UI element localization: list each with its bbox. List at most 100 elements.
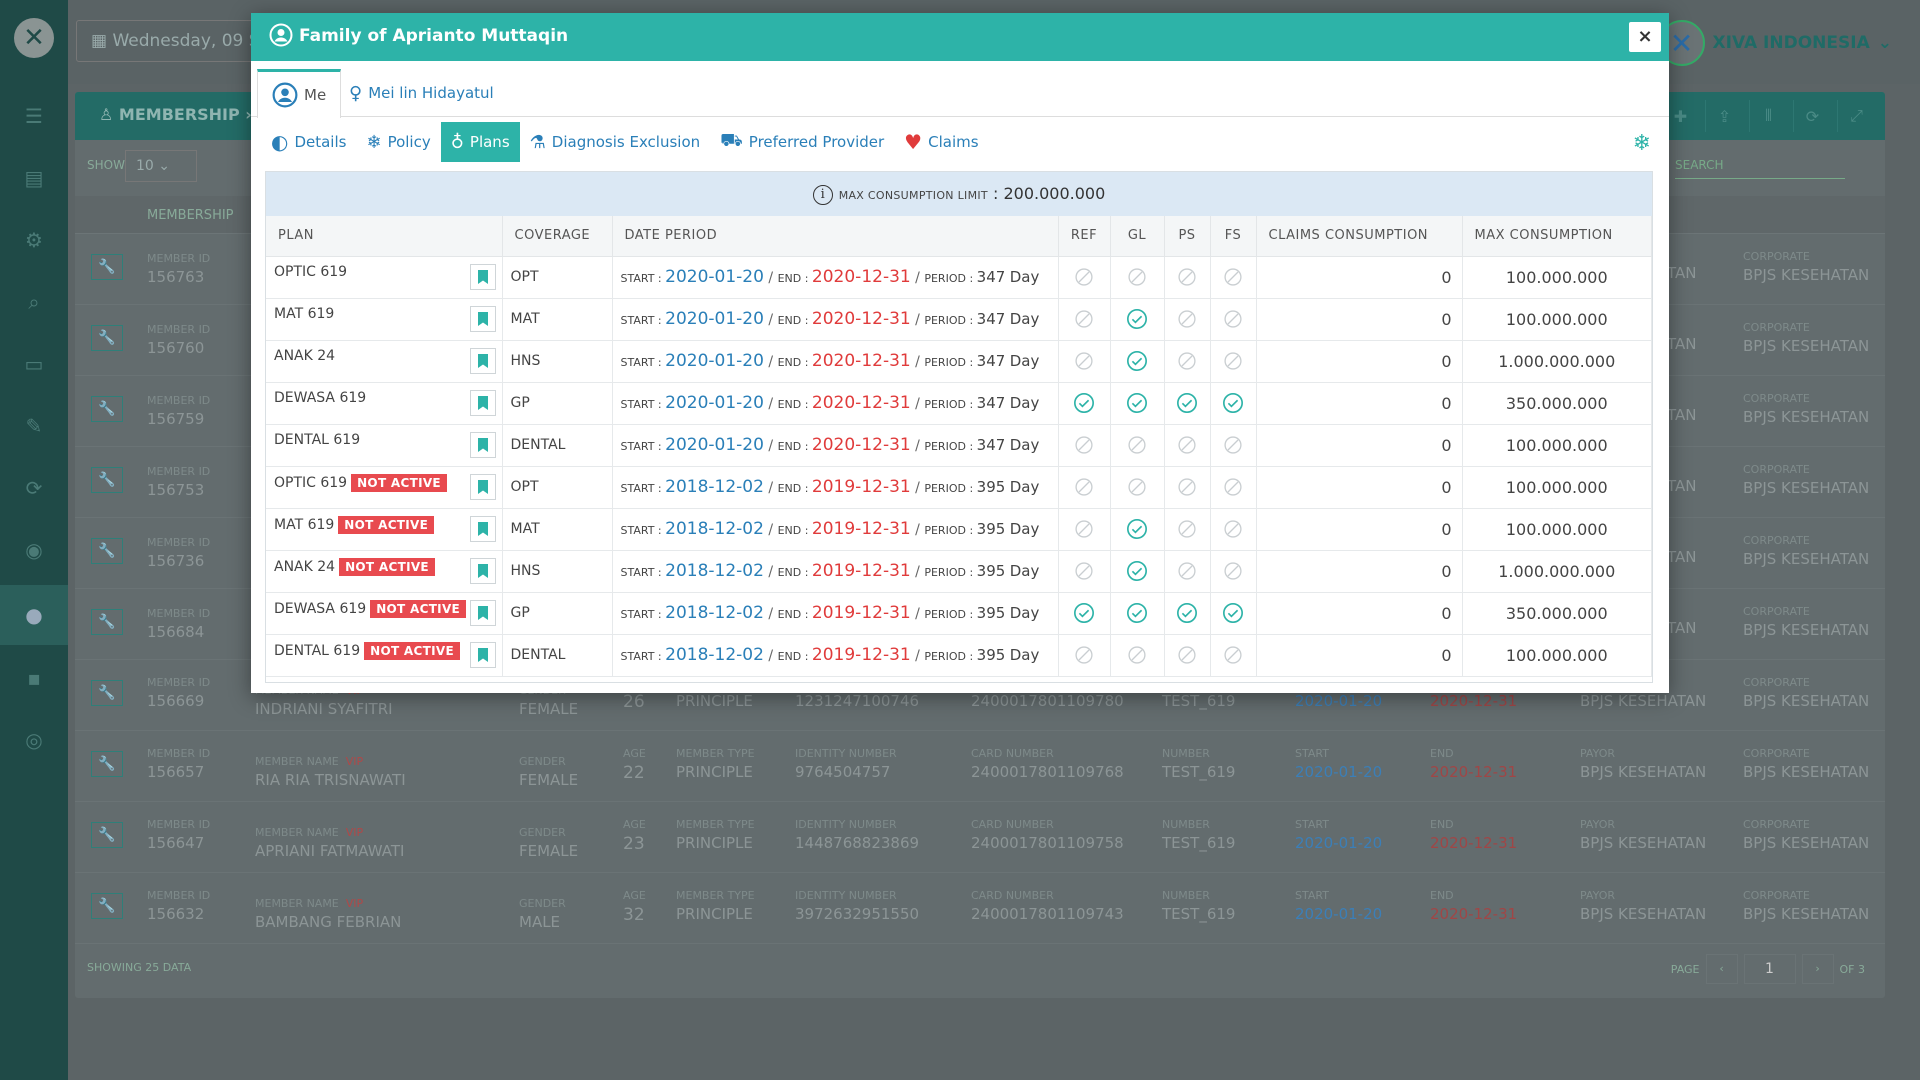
date-period-cell: START : 2020-01-20 / END : 2020-12-31 / … <box>612 340 1059 383</box>
status-badge: NOT ACTIVE <box>370 600 467 618</box>
wrench-icon[interactable]: 🔧 <box>91 609 123 635</box>
wrench-icon[interactable]: 🔧 <box>91 538 123 564</box>
status-badge: NOT ACTIVE <box>339 558 435 576</box>
app-logo-icon[interactable]: ✕ <box>14 18 54 58</box>
bookmark-icon[interactable] <box>469 474 496 500</box>
brand[interactable]: ✕ XIVA INDONESIA ⌄ <box>1658 20 1892 66</box>
close-button[interactable]: × <box>1629 22 1661 52</box>
date-period-cell: START : 2018-12-02 / END : 2019-12-31 / … <box>612 508 1059 551</box>
tab-policy[interactable]: ❄ Policy <box>356 122 440 162</box>
bookmark-icon[interactable] <box>469 432 496 458</box>
columns-icon[interactable]: ⫴ <box>1749 100 1787 132</box>
gl-disabled-icon <box>1127 646 1147 664</box>
plans-table: PLAN COVERAGE DATE PERIOD REF GL PS FS C… <box>266 216 1652 677</box>
bookmark-icon[interactable] <box>469 600 496 626</box>
bookmark-icon[interactable] <box>469 558 496 584</box>
next-page-button[interactable]: › <box>1801 954 1834 984</box>
tab-plans[interactable]: ♁ Plans <box>440 122 520 162</box>
wrench-icon[interactable]: 🔧 <box>91 467 123 493</box>
plan-cell: ANAK 24 NOT ACTIVE <box>266 550 503 593</box>
bookmark-icon[interactable] <box>469 390 496 416</box>
gl-cell <box>1110 298 1165 341</box>
date-display[interactable]: ▦ Wednesday, 09 Se <box>76 20 276 62</box>
user-circle-icon <box>272 82 298 108</box>
gl-cell <box>1110 340 1165 383</box>
gl-disabled-icon <box>1127 436 1147 454</box>
fs-disabled-icon <box>1223 310 1243 328</box>
location-icon[interactable]: ◎ <box>0 710 68 770</box>
wrench-icon[interactable]: 🔧 <box>91 822 123 848</box>
gear-icon[interactable]: ⚙ <box>0 210 68 270</box>
page-size-select[interactable]: 10 ⌄ <box>125 150 197 182</box>
ps-disabled-icon <box>1177 352 1197 370</box>
plan-cell: DENTAL 619 <box>266 424 503 467</box>
date-period-cell: START : 2020-01-20 / END : 2020-12-31 / … <box>612 382 1059 425</box>
max-consumption-limit: i MAX CONSUMPTION LIMIT : 200.000.000 <box>266 172 1652 216</box>
limit-value: 200.000.000 <box>1003 184 1106 203</box>
fs-cell <box>1210 340 1257 383</box>
wrench-icon[interactable]: 🔧 <box>91 325 123 351</box>
bookmark-icon[interactable] <box>469 306 496 332</box>
search-input[interactable]: SEARCH <box>1675 158 1845 179</box>
gl-check-icon <box>1126 393 1148 413</box>
date-period-cell: START : 2020-01-20 / END : 2020-12-31 / … <box>612 424 1059 467</box>
bookmark-icon[interactable] <box>469 516 496 542</box>
ps-disabled-icon <box>1177 478 1197 496</box>
upload-icon[interactable]: ⇪ <box>1705 100 1743 132</box>
section-tabs: ◐ Details ❄ Policy ♁ Plans ⚗ Diagnosis Exclu… <box>261 121 1659 163</box>
search-icon[interactable]: ⌕ <box>0 272 68 332</box>
claims-consumption-cell: 0 <box>1256 424 1463 467</box>
wrench-icon[interactable]: 🔧 <box>91 254 123 280</box>
user-icon[interactable]: ● <box>0 585 68 645</box>
ps-cell <box>1164 340 1211 383</box>
gl-cell <box>1110 592 1165 635</box>
plan-name: DENTAL 619 <box>274 643 361 659</box>
gl-disabled-icon <box>1127 268 1147 286</box>
claims-consumption-cell: 0 <box>1256 550 1463 593</box>
tab-mei-lin-hidayatul[interactable]: ♀ Mei lin Hidayatul <box>335 69 508 117</box>
page-number-input[interactable]: 1 <box>1743 954 1796 984</box>
ref-cell <box>1058 634 1111 677</box>
refresh-icon[interactable]: ⟳ <box>0 458 68 518</box>
ps-check-icon <box>1176 603 1198 623</box>
bookmark-icon[interactable] <box>469 642 496 668</box>
tab-preferred-provider[interactable]: ⛟ Preferred Provider <box>710 122 894 162</box>
note-icon[interactable]: ▪ <box>0 648 68 708</box>
wrench-icon[interactable]: 🔧 <box>91 680 123 706</box>
user-circle-icon <box>269 23 293 47</box>
gl-check-icon <box>1126 603 1148 623</box>
tab-claims[interactable]: ♥ Claims <box>894 122 988 162</box>
edit-icon[interactable]: ✎ <box>0 396 68 456</box>
snowflake-icon[interactable]: ❄ <box>1633 131 1651 156</box>
wrench-icon[interactable]: 🔧 <box>91 751 123 777</box>
bookmark-icon[interactable] <box>469 348 496 374</box>
date-period-cell: START : 2020-01-20 / END : 2020-12-31 / … <box>612 256 1059 299</box>
claims-consumption-cell: 0 <box>1256 298 1463 341</box>
fullscreen-icon[interactable]: ⤢ <box>1837 100 1875 132</box>
female-icon: ♀ <box>349 82 363 104</box>
plan-header: PLAN <box>266 216 503 257</box>
bookmark-icon[interactable] <box>469 264 496 290</box>
fs-disabled-icon <box>1223 478 1243 496</box>
tab-details[interactable]: ◐ Details <box>261 122 356 162</box>
tab-diagnosis-exclusion[interactable]: ⚗ Diagnosis Exclusion <box>520 122 711 162</box>
reload-icon[interactable]: ⟳ <box>1793 100 1831 132</box>
plan-row: MAT 619 MAT START : 2020-01-20 / END : 2… <box>266 298 1652 341</box>
coverage-cell: MAT <box>502 298 613 341</box>
document-icon[interactable]: ▤ <box>0 148 68 208</box>
gl-cell <box>1110 634 1165 677</box>
globe-icon[interactable]: ◉ <box>0 520 68 580</box>
menu-icon[interactable]: ☰ <box>0 86 68 146</box>
wrench-icon[interactable]: 🔧 <box>91 893 123 919</box>
plan-name: OPTIC 619 <box>274 264 348 280</box>
gl-cell <box>1110 424 1165 467</box>
ps-disabled-icon <box>1177 646 1197 664</box>
ref-check-icon <box>1073 393 1095 413</box>
ref-header: REF <box>1058 216 1111 257</box>
tab-me[interactable]: Me <box>257 69 342 118</box>
monitor-icon[interactable]: ▭ <box>0 334 68 394</box>
ps-cell <box>1164 550 1211 593</box>
ref-check-icon <box>1073 603 1095 623</box>
wrench-icon[interactable]: 🔧 <box>91 396 123 422</box>
prev-page-button[interactable]: ‹ <box>1705 954 1738 984</box>
